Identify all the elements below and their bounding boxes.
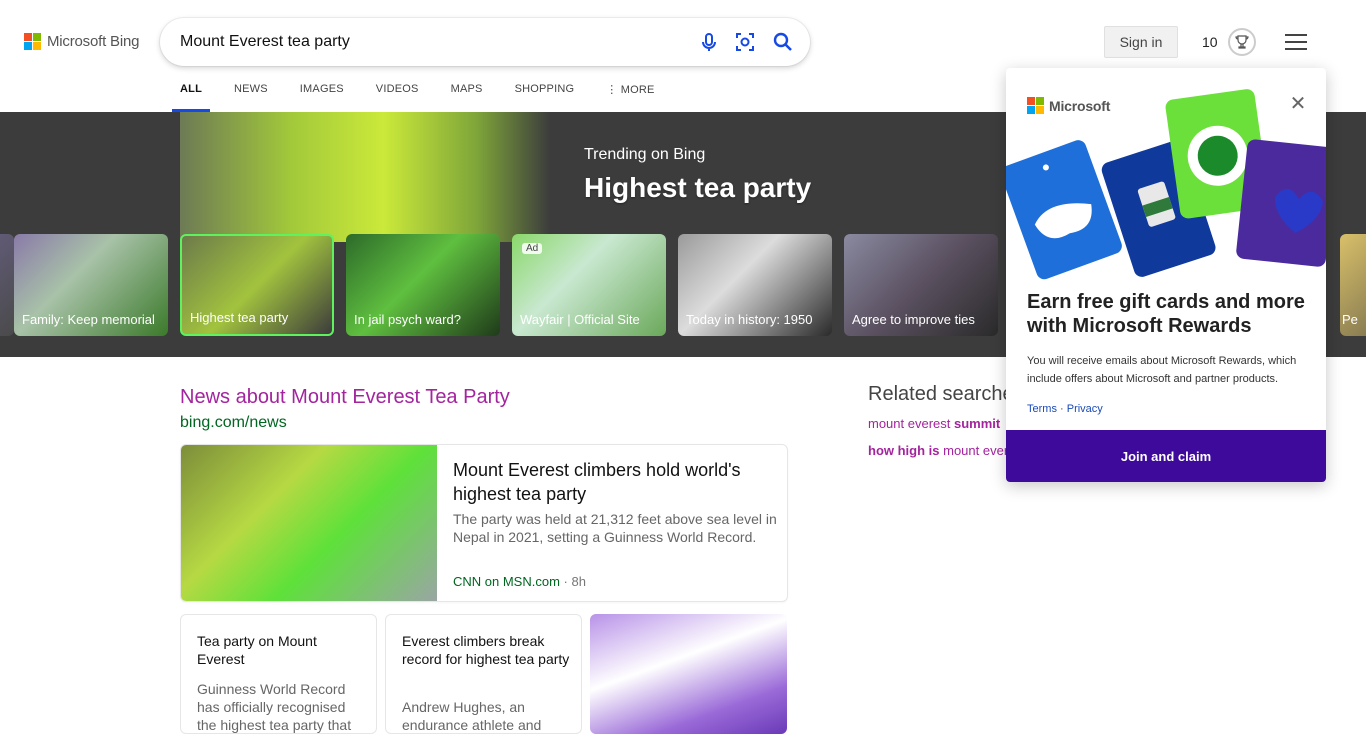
news-age-value: 8h xyxy=(571,574,586,589)
trending-card-selected[interactable]: Highest tea party xyxy=(180,234,334,336)
popup-body: You will receive emails about Microsoft … xyxy=(1027,355,1297,385)
more-dots-icon: ⋮ xyxy=(606,84,621,96)
news-small-description: Andrew Hughes, an endurance athlete and xyxy=(402,699,542,733)
search-input[interactable] xyxy=(180,30,680,54)
search-box xyxy=(160,18,810,66)
trending-subtitle: Trending on Bing xyxy=(584,146,706,163)
trending-card-label: Agree to improve ties xyxy=(852,312,975,327)
related-searches-heading: Related searches xyxy=(868,383,1024,405)
news-main-source: CNN on MSN.com · 8h xyxy=(453,574,586,589)
news-small-title[interactable]: Everest climbers break record for highes… xyxy=(402,632,572,668)
related-search-link[interactable]: how high is mount everest xyxy=(868,443,1026,458)
microsoft-logo-icon xyxy=(1027,97,1044,114)
trending-card-label: In jail psych ward? xyxy=(354,312,461,327)
search-icon[interactable] xyxy=(771,30,795,54)
trending-hero-image[interactable] xyxy=(180,112,550,242)
terms-link[interactable]: Terms xyxy=(1027,403,1057,415)
visual-search-icon[interactable] xyxy=(733,30,757,54)
menu-icon[interactable] xyxy=(1285,34,1307,50)
news-main-title[interactable]: Mount Everest climbers hold world's high… xyxy=(453,458,773,506)
tab-shopping[interactable]: SHOPPING xyxy=(515,83,575,112)
tab-videos[interactable]: VIDEOS xyxy=(376,83,419,112)
logo-text: Microsoft Bing xyxy=(47,33,140,50)
link-separator: · xyxy=(1056,403,1067,415)
trophy-icon[interactable] xyxy=(1228,28,1256,56)
trending-card[interactable]: Today in history: 1950 xyxy=(678,234,832,336)
popup-heading: Earn free gift cards and more with Micro… xyxy=(1027,291,1305,337)
bing-logo[interactable]: Microsoft Bing xyxy=(24,33,139,50)
news-small-title[interactable]: Tea party on Mount Everest xyxy=(197,632,367,668)
popup-links: Terms · Privacy xyxy=(1027,403,1103,415)
trending-card-label: Wayfair | Official Site xyxy=(520,312,640,327)
news-main-description: The party was held at 21,312 feet above … xyxy=(453,511,777,545)
popup-brand-text: Microsoft xyxy=(1049,97,1111,114)
tab-more[interactable]: ⋮ MORE xyxy=(606,83,654,112)
news-source-name[interactable]: CNN on MSN.com xyxy=(453,574,560,589)
news-main-card[interactable]: Mount Everest climbers hold world's high… xyxy=(180,444,788,602)
tab-news[interactable]: NEWS xyxy=(234,83,268,112)
trending-title[interactable]: Highest tea party xyxy=(584,172,811,204)
tab-images[interactable]: IMAGES xyxy=(300,83,344,112)
trending-card[interactable]: Family: Keep memorial xyxy=(14,234,168,336)
microsoft-brand: Microsoft xyxy=(1027,97,1110,114)
microsoft-logo-icon xyxy=(24,33,41,50)
rewards-popup: Microsoft ✕ Earn free gift cards and mor… xyxy=(1006,68,1326,482)
related-search-bold: summit xyxy=(954,416,1001,431)
news-age: · 8h xyxy=(559,574,586,589)
news-small-image[interactable] xyxy=(590,614,787,734)
ad-badge: Ad xyxy=(522,243,543,254)
join-and-claim-button[interactable]: Join and claim xyxy=(1006,430,1326,482)
news-small-description: Guinness World Record has officially rec… xyxy=(197,681,352,733)
close-icon[interactable]: ✕ xyxy=(1288,94,1308,114)
trending-card-partial[interactable]: Pe xyxy=(1340,234,1366,336)
trending-card-partial[interactable] xyxy=(0,234,14,336)
trending-card-label: Pe xyxy=(1342,312,1358,327)
trending-card[interactable]: Agree to improve ties xyxy=(844,234,998,336)
rewards-points[interactable]: 10 xyxy=(1202,34,1218,50)
news-source-link[interactable]: bing.com/news xyxy=(180,414,287,432)
trending-card-ad[interactable]: Ad Wayfair | Official Site xyxy=(512,234,666,336)
related-search-bold: how high is xyxy=(868,443,940,458)
tab-maps[interactable]: MAPS xyxy=(451,83,483,112)
related-search-link[interactable]: mount everest summit xyxy=(868,416,1000,431)
tab-all[interactable]: ALL xyxy=(172,83,210,112)
search-tabs: ALL NEWS IMAGES VIDEOS MAPS SHOPPING ⋮ M… xyxy=(172,83,687,112)
trending-card-label: Family: Keep memorial xyxy=(22,312,155,327)
related-search-plain: mount everest xyxy=(868,416,954,431)
news-heading[interactable]: News about Mount Everest Tea Party xyxy=(180,386,510,409)
news-small-card[interactable]: Tea party on Mount Everest Guinness Worl… xyxy=(180,614,377,734)
privacy-link[interactable]: Privacy xyxy=(1067,403,1103,415)
trending-card-label: Highest tea party xyxy=(190,310,289,325)
sign-in-button[interactable]: Sign in xyxy=(1104,26,1178,58)
tab-more-label: MORE xyxy=(620,84,655,96)
news-main-image[interactable] xyxy=(181,445,437,601)
news-small-card[interactable]: Everest climbers break record for highes… xyxy=(385,614,582,734)
gift-cards-illustration xyxy=(1006,89,1326,280)
microphone-icon[interactable] xyxy=(697,30,721,54)
trending-card[interactable]: In jail psych ward? xyxy=(346,234,500,336)
trending-card-label: Today in history: 1950 xyxy=(686,312,813,327)
